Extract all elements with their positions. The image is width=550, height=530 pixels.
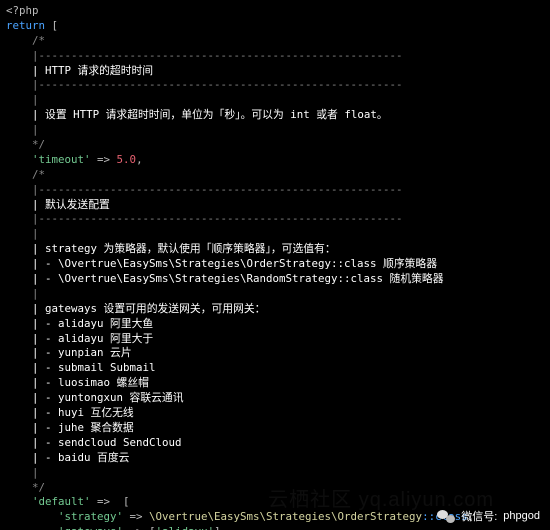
footer-label: 微信号: <box>461 508 497 524</box>
comment-gateway-item: | - juhe 聚合数据 <box>32 421 134 434</box>
comment-gateway-item: | - alidayu 阿里大于 <box>32 332 153 345</box>
comma: , <box>221 525 228 530</box>
array-open: [ <box>45 19 58 32</box>
footer-credit: 微信号: phpgod <box>437 508 540 524</box>
gateways-key: 'gateways' <box>58 525 123 530</box>
comment-gateway-item: | - huyi 互亿无线 <box>32 406 134 419</box>
comment-open: /* <box>32 34 45 47</box>
comment-pipe: | <box>32 93 39 106</box>
comment-strategy-random: | - \Overtrue\EasySms\Strategies\RandomS… <box>32 272 444 285</box>
comment-divider: |---------------------------------------… <box>32 212 403 225</box>
comment-gateway-item: | - yuntongxun 容联云通讯 <box>32 391 184 404</box>
comment-open: /* <box>32 168 45 181</box>
timeout-key: 'timeout' <box>32 153 91 166</box>
comment-strategy-desc: | strategy 为策略器，默认使用「顺序策略器」，可选值有： <box>32 242 336 255</box>
comment-header-default: | 默认发送配置 <box>32 198 110 211</box>
arrow-op: => <box>123 510 149 523</box>
arrow-op: => <box>91 153 117 166</box>
strategy-namespace: \Overtrue\EasySms\Strategies\OrderStrate… <box>149 510 422 523</box>
footer-value: phpgod <box>503 510 540 522</box>
comment-pipe: | <box>32 287 39 300</box>
comment-gateway-item: | - submail Submail <box>32 361 156 374</box>
comment-gateways-desc: | gateways 设置可用的发送网关，可用网关： <box>32 302 265 315</box>
comment-body-timeout: | 设置 HTTP 请求超时时间，单位为「秒」。可以为 int 或者 float… <box>32 108 388 121</box>
comment-divider: |---------------------------------------… <box>32 183 403 196</box>
comment-pipe: | <box>32 466 39 479</box>
comment-close: */ <box>32 138 45 151</box>
php-code-block: <?php return [ /* |---------------------… <box>0 0 550 530</box>
timeout-value: 5.0 <box>117 153 137 166</box>
arrow-op: => <box>123 525 149 530</box>
comment-strategy-order: | - \Overtrue\EasySms\Strategies\OrderSt… <box>32 257 437 270</box>
comment-close: */ <box>32 481 45 494</box>
comment-header-timeout: | HTTP 请求的超时时间 <box>32 64 153 77</box>
comma: , <box>136 153 143 166</box>
comment-gateway-item: | - luosimao 螺丝帽 <box>32 376 149 389</box>
arrow-op: => <box>91 495 117 508</box>
return-keyword: return <box>6 19 45 32</box>
comment-gateway-item: | - yunpian 云片 <box>32 346 132 359</box>
comment-gateway-item: | - alidayu 阿里大鱼 <box>32 317 153 330</box>
comment-pipe: | <box>32 123 39 136</box>
comment-gateway-item: | - baidu 百度云 <box>32 451 129 464</box>
default-key: 'default' <box>32 495 91 508</box>
strategy-key: 'strategy' <box>58 510 123 523</box>
comment-divider: |---------------------------------------… <box>32 49 403 62</box>
wechat-icon <box>437 509 455 523</box>
gateways-value: 'alidayu' <box>156 525 215 530</box>
array-open: [ <box>117 495 130 508</box>
comment-pipe: | <box>32 227 39 240</box>
comment-divider: |---------------------------------------… <box>32 78 403 91</box>
php-open-tag: <?php <box>6 4 39 17</box>
comment-gateway-item: | - sendcloud SendCloud <box>32 436 182 449</box>
